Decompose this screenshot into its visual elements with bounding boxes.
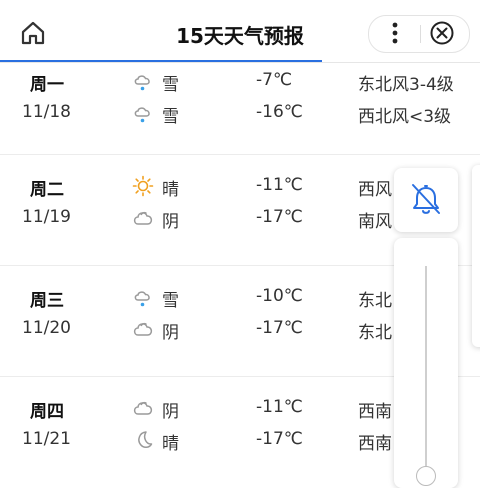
temperature: -10℃ — [256, 286, 303, 306]
weather-text: 晴 — [162, 180, 179, 200]
date-label: 11/19 — [22, 207, 71, 227]
temperature: -11℃ — [256, 397, 303, 417]
night-row: 11/18 雪 -16℃ 西北风<3级 — [0, 98, 480, 130]
slider-track[interactable] — [425, 266, 427, 476]
temperature: -7℃ — [256, 70, 293, 90]
weekday-label: 周三 — [30, 291, 64, 311]
wind: 南风 — [358, 212, 392, 232]
wind: 东北 — [358, 323, 392, 343]
weather-text: 晴 — [162, 434, 179, 454]
date-label: 11/21 — [22, 429, 71, 449]
more-vertical-icon — [392, 22, 398, 44]
close-circle-icon — [430, 21, 454, 45]
more-button[interactable] — [372, 16, 418, 50]
date-label: 11/20 — [22, 318, 71, 338]
weather-text: 雪 — [162, 75, 179, 95]
snow-icon — [134, 75, 150, 91]
list-item[interactable]: 周一 雪 -7℃ 东北风3-4级 11/18 雪 -16℃ 西北风<3级 — [0, 62, 480, 155]
moon-icon — [138, 431, 153, 448]
mute-notification-button[interactable] — [394, 168, 458, 232]
temperature: -17℃ — [256, 318, 303, 338]
weather-text: 阴 — [162, 212, 179, 232]
temperature: -11℃ — [256, 175, 303, 195]
cloud-icon — [133, 211, 153, 225]
date-label: 11/18 — [22, 102, 71, 122]
snow-icon — [134, 107, 150, 123]
close-button[interactable] — [424, 16, 464, 50]
weekday-label: 周二 — [30, 180, 64, 200]
bell-off-icon — [412, 184, 440, 214]
weather-text: 雪 — [162, 291, 179, 311]
weekday-label: 周一 — [30, 75, 64, 95]
wind: 东北 — [358, 291, 392, 311]
wind: 西风 — [358, 180, 392, 200]
sun-icon — [132, 175, 154, 197]
header: 15天天气预报 — [0, 0, 480, 63]
side-panel-edge — [472, 165, 480, 347]
wind: 西南 — [358, 402, 392, 422]
snow-icon — [134, 291, 150, 307]
weather-text: 阴 — [162, 323, 179, 343]
day-row: 周一 雪 -7℃ 东北风3-4级 — [0, 66, 480, 98]
capsule-divider — [420, 25, 421, 43]
wind: 西北风<3级 — [358, 107, 452, 127]
temperature: -17℃ — [256, 207, 303, 227]
slider-handle[interactable] — [416, 466, 436, 486]
vertical-slider-panel — [394, 238, 458, 488]
weather-text: 雪 — [162, 107, 179, 127]
wind: 东北风3-4级 — [358, 75, 454, 95]
wind: 西南 — [358, 434, 392, 454]
temperature: -17℃ — [256, 429, 303, 449]
cloud-icon — [133, 322, 153, 336]
weather-text: 阴 — [162, 402, 179, 422]
temperature: -16℃ — [256, 102, 303, 122]
weekday-label: 周四 — [30, 402, 64, 422]
cloud-icon — [133, 401, 153, 415]
